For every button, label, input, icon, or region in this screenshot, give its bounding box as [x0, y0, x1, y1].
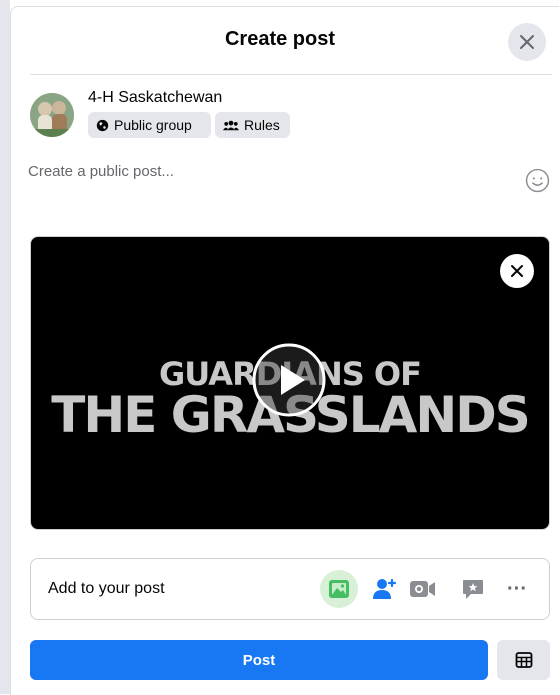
audience-selector[interactable]: Public group: [88, 112, 211, 138]
page-backdrop: [0, 0, 10, 694]
header-divider: [30, 74, 552, 75]
close-button[interactable]: [508, 23, 546, 61]
feeling-button[interactable]: [454, 570, 492, 608]
avatar-image: [30, 93, 74, 137]
tag-people-button[interactable]: [366, 570, 404, 608]
feeling-icon: [463, 580, 483, 599]
more-options-button[interactable]: ···: [498, 570, 536, 608]
photo-video-icon: [329, 580, 349, 598]
people-icon: [223, 120, 239, 130]
emoji-button[interactable]: [525, 168, 550, 193]
remove-media-button[interactable]: [500, 254, 534, 288]
play-icon: [252, 343, 326, 417]
rules-button[interactable]: Rules: [215, 112, 290, 138]
group-avatar[interactable]: [30, 93, 74, 137]
add-to-post-label: Add to your post: [48, 580, 165, 597]
calendar-icon: [515, 652, 532, 668]
live-video-button[interactable]: [404, 570, 442, 608]
audience-label: Public group: [114, 117, 192, 133]
more-icon: ···: [507, 577, 527, 600]
post-text-input[interactable]: [28, 163, 498, 180]
dialog-title: Create post: [224, 28, 336, 50]
post-button[interactable]: Post: [30, 640, 488, 680]
photo-video-button[interactable]: [320, 570, 358, 608]
schedule-button[interactable]: [497, 640, 550, 680]
close-icon: [511, 265, 523, 277]
globe-icon: [96, 119, 109, 131]
author-name[interactable]: 4-H Saskatchewan: [88, 89, 222, 107]
tag-people-icon: [373, 578, 397, 599]
smiley-icon: [525, 168, 550, 193]
live-video-icon: [410, 581, 435, 597]
close-icon: [520, 35, 534, 49]
play-button[interactable]: [251, 342, 327, 418]
rules-label: Rules: [244, 117, 280, 133]
